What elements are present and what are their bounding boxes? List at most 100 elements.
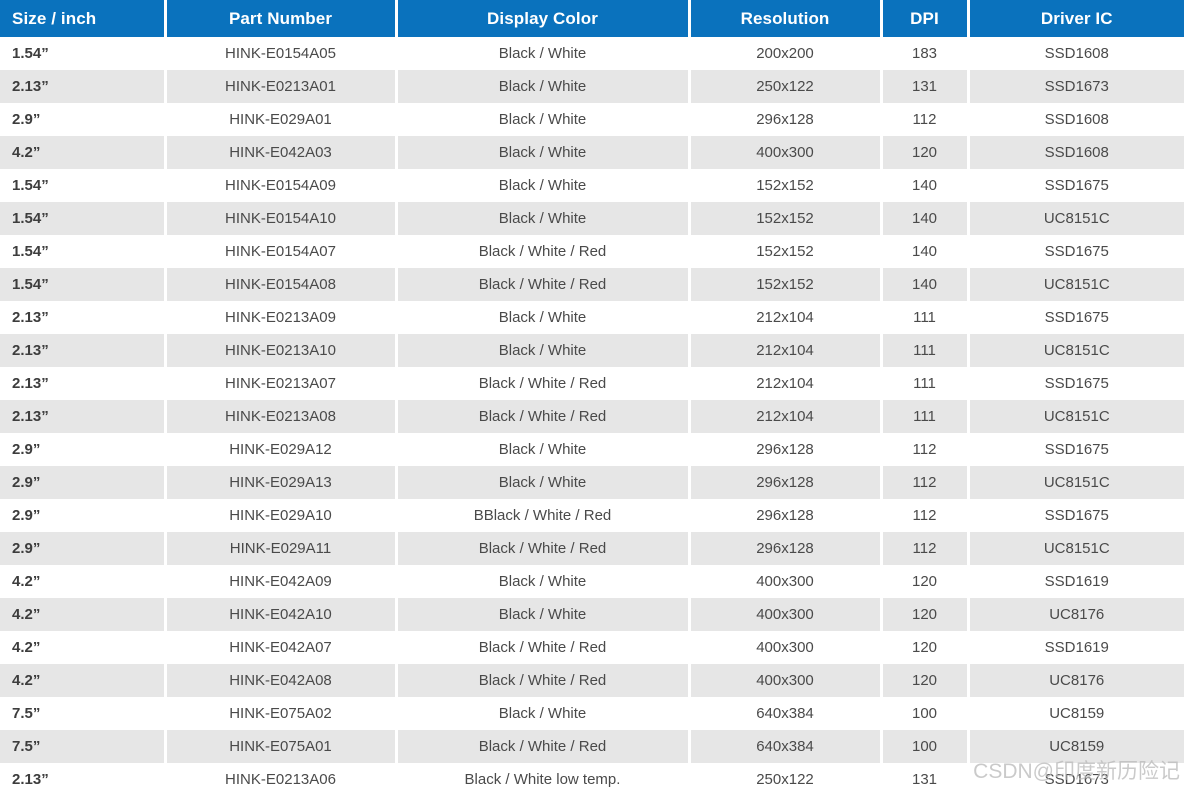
table-row: 1.54” HINK-E0154A08 Black / White / Red 152… [0, 268, 1184, 301]
cell-driver-ic: UC8151C [968, 400, 1184, 433]
cell-resolution: 400x300 [689, 136, 883, 169]
cell-dpi: 100 [881, 697, 970, 730]
column-header-dpi[interactable]: DPI [881, 0, 970, 37]
cell-display-color: Black / White [396, 169, 691, 202]
cell-dpi: 120 [881, 631, 970, 664]
table-header-row: Size / inch Part Number Display Color Resol… [0, 0, 1184, 37]
cell-driver-ic: SSD1675 [968, 169, 1184, 202]
table-row: 2.13” HINK-E0213A06 Black / White low temp… [0, 763, 1184, 796]
cell-display-color: BBlack / White / Red [396, 499, 691, 532]
cell-driver-ic: UC8159 [968, 730, 1184, 763]
cell-dpi: 183 [881, 37, 970, 70]
cell-driver-ic: UC8159 [968, 697, 1184, 730]
cell-size: 4.2” [0, 136, 167, 169]
cell-size: 1.54” [0, 268, 167, 301]
column-header-driver-ic[interactable]: Driver IC [968, 0, 1184, 37]
column-header-resolution[interactable]: Resolution [689, 0, 883, 37]
table-row: 2.9” HINK-E029A11 Black / White / Red 296x1… [0, 532, 1184, 565]
cell-dpi: 111 [881, 400, 970, 433]
table-row: 4.2” HINK-E042A09 Black / White 400x300 120 S… [0, 565, 1184, 598]
cell-part-number: HINK-E042A09 [165, 565, 398, 598]
cell-display-color: Black / White / Red [396, 532, 691, 565]
cell-resolution: 400x300 [689, 631, 883, 664]
cell-part-number: HINK-E042A08 [165, 664, 398, 697]
column-header-size[interactable]: Size / inch [0, 0, 167, 37]
table-row: 1.54” HINK-E0154A07 Black / White / Red 152… [0, 235, 1184, 268]
cell-part-number: HINK-E0154A05 [165, 37, 398, 70]
cell-driver-ic: UC8176 [968, 598, 1184, 631]
table-body: 1.54” HINK-E0154A05 Black / White 200x200 18… [0, 37, 1184, 796]
table-row: 2.9” HINK-E029A10 BBlack / White / Red 296x… [0, 499, 1184, 532]
cell-resolution: 400x300 [689, 565, 883, 598]
cell-part-number: HINK-E0154A10 [165, 202, 398, 235]
cell-resolution: 212x104 [689, 334, 883, 367]
cell-resolution: 296x128 [689, 499, 883, 532]
cell-part-number: HINK-E029A01 [165, 103, 398, 136]
cell-dpi: 111 [881, 367, 970, 400]
cell-display-color: Black / White [396, 334, 691, 367]
table-row: 2.9” HINK-E029A13 Black / White 296x128 112 U… [0, 466, 1184, 499]
table-row: 4.2” HINK-E042A07 Black / White / Red 400x3… [0, 631, 1184, 664]
cell-dpi: 112 [881, 433, 970, 466]
cell-display-color: Black / White [396, 70, 691, 103]
cell-resolution: 212x104 [689, 400, 883, 433]
table-header: Size / inch Part Number Display Color Resol… [0, 0, 1184, 37]
cell-display-color: Black / White [396, 466, 691, 499]
cell-driver-ic: UC8151C [968, 334, 1184, 367]
cell-driver-ic: SSD1675 [968, 433, 1184, 466]
cell-dpi: 140 [881, 202, 970, 235]
cell-driver-ic: UC8151C [968, 202, 1184, 235]
cell-display-color: Black / White / Red [396, 367, 691, 400]
cell-size: 1.54” [0, 235, 167, 268]
cell-driver-ic: UC8151C [968, 268, 1184, 301]
table-row: 1.54” HINK-E0154A05 Black / White 200x200 18… [0, 37, 1184, 70]
column-header-part-number[interactable]: Part Number [165, 0, 398, 37]
cell-dpi: 140 [881, 169, 970, 202]
table-row: 2.13” HINK-E0213A07 Black / White / Red 212… [0, 367, 1184, 400]
column-header-display-color[interactable]: Display Color [396, 0, 691, 37]
table-row: 1.54” HINK-E0154A10 Black / White 152x152 14… [0, 202, 1184, 235]
cell-resolution: 152x152 [689, 202, 883, 235]
cell-part-number: HINK-E0213A08 [165, 400, 398, 433]
cell-part-number: HINK-E0213A06 [165, 763, 398, 796]
cell-size: 1.54” [0, 202, 167, 235]
cell-resolution: 212x104 [689, 301, 883, 334]
cell-part-number: HINK-E042A07 [165, 631, 398, 664]
table-row: 2.9” HINK-E029A12 Black / White 296x128 112 S… [0, 433, 1184, 466]
cell-display-color: Black / White [396, 136, 691, 169]
cell-part-number: HINK-E0213A09 [165, 301, 398, 334]
cell-resolution: 296x128 [689, 466, 883, 499]
cell-resolution: 200x200 [689, 37, 883, 70]
cell-driver-ic: SSD1619 [968, 631, 1184, 664]
cell-size: 2.9” [0, 532, 167, 565]
cell-resolution: 640x384 [689, 730, 883, 763]
cell-part-number: HINK-E075A01 [165, 730, 398, 763]
cell-driver-ic: SSD1673 [968, 70, 1184, 103]
cell-part-number: HINK-E075A02 [165, 697, 398, 730]
cell-size: 2.9” [0, 499, 167, 532]
cell-part-number: HINK-E0154A07 [165, 235, 398, 268]
cell-resolution: 152x152 [689, 235, 883, 268]
cell-dpi: 140 [881, 235, 970, 268]
table-row: 2.13” HINK-E0213A01 Black / White 250x122 13… [0, 70, 1184, 103]
cell-size: 4.2” [0, 598, 167, 631]
cell-dpi: 111 [881, 334, 970, 367]
cell-dpi: 100 [881, 730, 970, 763]
cell-resolution: 296x128 [689, 433, 883, 466]
cell-size: 4.2” [0, 565, 167, 598]
table-row: 2.13” HINK-E0213A10 Black / White 212x104 11… [0, 334, 1184, 367]
cell-size: 2.9” [0, 103, 167, 136]
cell-resolution: 296x128 [689, 532, 883, 565]
cell-part-number: HINK-E0213A07 [165, 367, 398, 400]
cell-driver-ic: UC8151C [968, 532, 1184, 565]
cell-display-color: Black / White / Red [396, 400, 691, 433]
cell-part-number: HINK-E0213A10 [165, 334, 398, 367]
table-row: 1.54” HINK-E0154A09 Black / White 152x152 14… [0, 169, 1184, 202]
cell-size: 4.2” [0, 664, 167, 697]
cell-resolution: 400x300 [689, 664, 883, 697]
cell-size: 2.9” [0, 433, 167, 466]
cell-dpi: 120 [881, 598, 970, 631]
cell-part-number: HINK-E029A13 [165, 466, 398, 499]
display-spec-table: Size / inch Part Number Display Color Resol… [0, 0, 1184, 796]
cell-dpi: 112 [881, 499, 970, 532]
